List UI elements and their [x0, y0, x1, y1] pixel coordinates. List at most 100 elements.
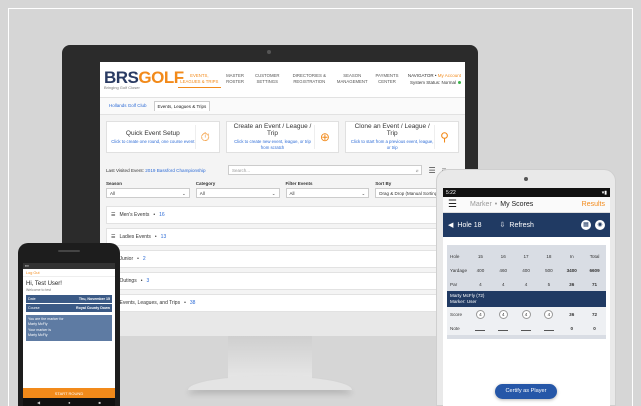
season-filter: Season All ⌄ — [106, 181, 190, 198]
clone-event-card[interactable]: Clone an Event / League / Trip Click to s… — [345, 121, 460, 153]
group-count: 3 — [146, 278, 150, 284]
app-topbar: BRSGOLF Bringing Golf Closer EVENTS, LEA… — [100, 62, 465, 98]
events-filter: Filter Events All ⌄ — [285, 181, 370, 198]
tablet-screen: 5:22 ▾▮ ☰ Marker • My Scores Results ◀ Ho… — [443, 188, 610, 406]
group-all[interactable]: ☰Events, Leagues, and Trips•38 — [106, 294, 459, 312]
start-round-button[interactable]: START ROUND — [23, 388, 115, 398]
group-count: 16 — [159, 212, 165, 218]
note-field[interactable] — [475, 325, 486, 331]
tablet-status-bar: 5:22 ▾▮ — [443, 188, 610, 197]
scorecard-icon[interactable]: ▦ — [581, 220, 591, 230]
player-marker: Marker: User — [450, 299, 477, 305]
note-field[interactable] — [543, 325, 554, 331]
greeting: Hi, Test User! — [26, 281, 62, 287]
tab-marker[interactable]: Marker — [470, 201, 492, 208]
tab-my-scores[interactable]: My Scores — [500, 201, 533, 208]
note-cell[interactable] — [492, 325, 515, 332]
score-cell[interactable]: 4 — [515, 309, 538, 319]
refresh-icon[interactable]: ⇩ — [500, 221, 506, 229]
action-cards: Quick Event Setup Click to create one rou… — [100, 115, 465, 159]
nav-directories[interactable]: DIRECTORIES & REGISTRATION — [285, 71, 334, 87]
link-icon: ⌀ — [415, 168, 419, 173]
row-label: Score — [450, 311, 463, 317]
nav-customer-settings[interactable]: CUSTOMER SETTINGS — [249, 71, 285, 87]
score-cell[interactable]: 4 — [537, 309, 560, 319]
events-select[interactable]: All ⌄ — [285, 188, 370, 198]
last-visited-link[interactable]: 2019 Bassford Championship — [145, 168, 205, 173]
group-mens[interactable]: ☰ Men's Events • 16 — [106, 206, 459, 224]
cell: 400 — [522, 267, 530, 273]
group-ladies[interactable]: ☰ Ladies Events • 13 — [106, 228, 459, 246]
tab-separator: • — [494, 201, 498, 208]
tab-club[interactable]: Hollands Golf Club — [106, 101, 150, 111]
score-pill[interactable]: 4 — [498, 309, 508, 319]
hole-actions: ▦ ◉ — [581, 220, 605, 230]
filter-label: Season — [106, 181, 123, 186]
system-status: System Status: Normal — [403, 80, 461, 86]
hole-label: Hole 18 — [457, 221, 482, 229]
date-value: Thu, November 15 — [78, 297, 110, 301]
note-field[interactable] — [521, 325, 532, 331]
cell: 18 — [546, 253, 552, 259]
create-event-card[interactable]: Create an Event / League / Trip Click to … — [225, 121, 340, 153]
note-cell[interactable] — [515, 325, 538, 332]
cell: 72 — [591, 311, 598, 317]
nav-events[interactable]: EVENTS, LEAGUES & TRIPS — [178, 71, 221, 88]
select-value: All — [289, 191, 295, 196]
score-cell[interactable]: 4 — [469, 309, 492, 319]
score-pill[interactable]: 4 — [544, 309, 554, 319]
score-pill[interactable]: 4 — [475, 309, 485, 319]
group-name: Men's Events — [119, 212, 150, 218]
cell: 36 — [569, 311, 575, 317]
season-select[interactable]: All ⌄ — [106, 188, 190, 198]
note-row: Note 0 0 — [447, 321, 606, 335]
nav-master-roster[interactable]: MASTER ROSTER — [221, 71, 250, 87]
list-view-icon[interactable]: ☰ — [428, 166, 435, 175]
cell: 460 — [499, 267, 508, 273]
group-junior[interactable]: ☰Junior•2 — [106, 250, 459, 268]
nav-season-management[interactable]: SEASON MANAGEMENT — [334, 71, 371, 87]
recents-icon[interactable]: ■ — [99, 400, 101, 405]
camera-icon[interactable]: ◉ — [595, 220, 605, 230]
category-select[interactable]: All ⌄ — [195, 188, 280, 198]
brs-golf-logo[interactable]: BRSGOLF Bringing Golf Closer — [104, 69, 184, 90]
note-cell[interactable] — [537, 325, 560, 332]
tab-results[interactable]: Results — [582, 201, 605, 208]
search-input[interactable]: Search... ⌀ — [228, 165, 423, 175]
date-label: Date — [28, 297, 36, 301]
drag-handle-icon[interactable]: ☰ — [111, 212, 115, 218]
nav-payments-center[interactable]: PAYMENTS CENTER — [371, 71, 403, 87]
logout-link[interactable]: Log Out — [23, 269, 115, 277]
menu-icon[interactable]: ☰ — [448, 199, 470, 210]
cell: Total — [589, 253, 600, 259]
scorecard: Hole 15 16 17 18 In Total Yardage 400 46… — [447, 245, 606, 339]
my-account-link[interactable]: My Account — [438, 73, 461, 78]
drag-handle-icon[interactable]: ☰ — [111, 234, 115, 240]
score-pill[interactable]: 4 — [521, 309, 531, 319]
cell: 16 — [500, 253, 506, 259]
group-name: Outings — [119, 278, 137, 284]
refresh-button[interactable]: Refresh — [509, 222, 534, 229]
row-label: Par — [450, 281, 458, 287]
chevron-down-icon: ⌄ — [181, 191, 186, 196]
tab-events[interactable]: Events, Leagues & Trips — [153, 101, 211, 111]
group-outings[interactable]: ☰Outings•3 — [106, 272, 459, 290]
navigator-link[interactable]: NAVIGATOR — [408, 73, 434, 78]
back-icon[interactable]: ◀ — [37, 400, 40, 405]
cell: 0 — [570, 325, 573, 331]
tablet-camera — [524, 177, 528, 181]
quick-setup-card[interactable]: Quick Event Setup Click to create one rou… — [106, 121, 220, 153]
battery-icon: ▾▮ — [601, 190, 607, 196]
note-field[interactable] — [498, 325, 509, 331]
select-value: All — [110, 191, 116, 196]
row-label: Hole — [450, 253, 460, 259]
score-cell[interactable]: 4 — [492, 309, 515, 319]
previous-hole-icon[interactable]: ◀ — [448, 221, 453, 229]
cell: 17 — [523, 253, 529, 259]
group-count: 38 — [189, 300, 196, 306]
chevron-down-icon: ⌄ — [361, 191, 366, 196]
row-label: Yardage — [450, 267, 468, 273]
certify-button[interactable]: Certify as Player — [495, 384, 557, 399]
note-cell[interactable] — [469, 325, 492, 332]
home-icon[interactable]: ● — [68, 400, 70, 405]
